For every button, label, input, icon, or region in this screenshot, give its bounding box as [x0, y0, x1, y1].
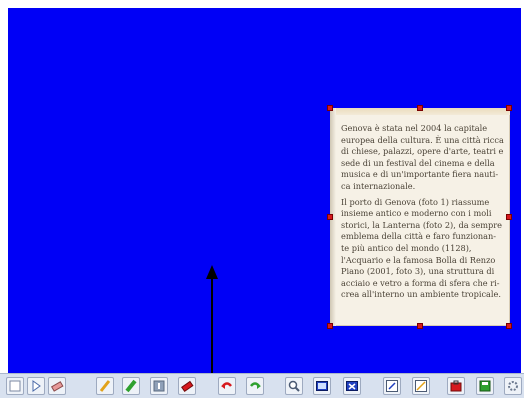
screen-icon[interactable] — [313, 377, 331, 395]
resize-handle-top-left[interactable] — [327, 105, 333, 111]
pen-icon[interactable] — [96, 377, 114, 395]
resize-handle-middle-right[interactable] — [506, 214, 512, 220]
note-text: Genova è stata nel 2004 la capitale euro… — [341, 123, 505, 305]
arrow-cursor-shaft — [211, 278, 213, 373]
note-paragraph-1: Genova è stata nel 2004 la capitale euro… — [341, 123, 504, 191]
resize-handle-top-right[interactable] — [506, 105, 512, 111]
resize-handle-bottom-center[interactable] — [417, 323, 423, 329]
resize-handle-top-center[interactable] — [417, 105, 423, 111]
text-image-object[interactable]: Genova è stata nel 2004 la capitale euro… — [330, 108, 510, 326]
page-icon[interactable] — [6, 377, 24, 395]
zoom-icon[interactable] — [285, 377, 303, 395]
play-icon[interactable] — [27, 377, 45, 395]
save-icon[interactable] — [476, 377, 494, 395]
redo-icon[interactable] — [246, 377, 264, 395]
eraser-red-icon[interactable] — [178, 377, 196, 395]
resize-handle-middle-left[interactable] — [327, 214, 333, 220]
toolbox-icon[interactable] — [447, 377, 465, 395]
text-icon[interactable] — [150, 377, 168, 395]
close-window-icon[interactable] — [343, 377, 361, 395]
arrow-cursor-icon — [206, 265, 218, 279]
edit-icon[interactable] — [383, 377, 401, 395]
whiteboard-canvas[interactable]: Genova è stata nel 2004 la capitale euro… — [8, 8, 521, 373]
resize-handle-bottom-right[interactable] — [506, 323, 512, 329]
eraser-icon[interactable] — [48, 377, 66, 395]
line-icon[interactable] — [412, 377, 430, 395]
highlighter-icon[interactable] — [122, 377, 140, 395]
bottom-toolbar — [0, 373, 524, 398]
settings-icon[interactable] — [504, 377, 522, 395]
resize-handle-bottom-left[interactable] — [327, 323, 333, 329]
undo-icon[interactable] — [218, 377, 236, 395]
note-paragraph-2: Il porto di Genova (foto 1) riassume ins… — [341, 196, 502, 300]
